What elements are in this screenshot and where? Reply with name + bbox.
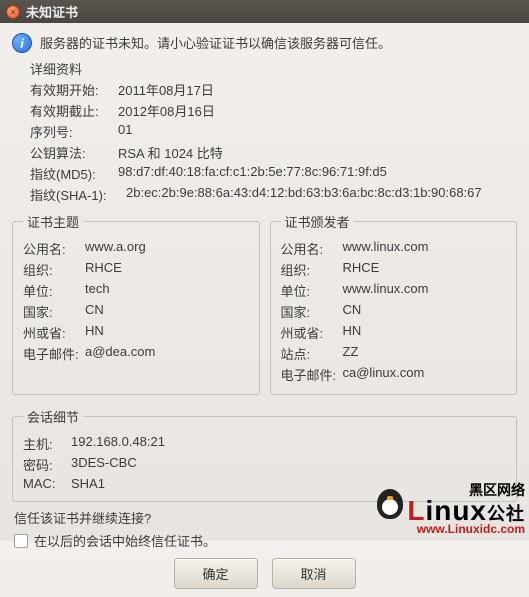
- close-icon[interactable]: ×: [6, 5, 20, 19]
- session-mac-label: MAC:: [23, 476, 65, 491]
- warning-message: 服务器的证书未知。请小心验证证书以确信该服务器可信任。: [40, 31, 391, 52]
- session-group: 会话细节 主机: 192.168.0.48:21 密码: 3DES-CBC MAC:…: [12, 407, 517, 502]
- session-mac-value: SHA1: [71, 476, 105, 491]
- sha1-label: 指纹(SHA-1):: [30, 185, 116, 204]
- issuer-org-value: RHCE: [343, 260, 380, 279]
- issuer-org-label: 组织:: [281, 260, 337, 279]
- issuer-unit-value: www.linux.com: [343, 281, 429, 300]
- cert-subject-group: 证书主题 公用名: www.a.org 组织: RHCE 单位: tech 国家: CN…: [12, 212, 260, 395]
- serial-label: 序列号:: [30, 122, 108, 141]
- md5-value: 98:d7:df:40:18:fa:cf:c1:2b:5e:77:8c:96:7…: [118, 164, 387, 183]
- md5-label: 指纹(MD5):: [30, 164, 108, 183]
- issuer-country-value: CN: [343, 302, 362, 321]
- cancel-button[interactable]: 取消: [272, 558, 356, 589]
- issuer-cn-value: www.linux.com: [343, 239, 429, 258]
- details-heading: 详细资料: [30, 59, 517, 78]
- cert-subject-legend: 证书主题: [23, 212, 83, 231]
- valid-from-label: 有效期开始:: [30, 80, 108, 99]
- valid-to-value: 2012年08月16日: [118, 101, 215, 120]
- serial-value: 01: [118, 122, 132, 141]
- subject-country-value: CN: [85, 302, 104, 321]
- subject-unit-label: 单位:: [23, 281, 79, 300]
- issuer-state-label: 州或省:: [281, 323, 337, 342]
- valid-from-value: 2011年08月17日: [118, 80, 214, 99]
- subject-email-label: 电子邮件:: [23, 344, 79, 363]
- issuer-site-label: 站点:: [281, 344, 337, 363]
- issuer-cn-label: 公用名:: [281, 239, 337, 258]
- issuer-state-value: HN: [343, 323, 362, 342]
- dialog-content: i 服务器的证书未知。请小心验证证书以确信该服务器可信任。 详细资料 有效期开始…: [0, 23, 529, 597]
- issuer-country-label: 国家:: [281, 302, 337, 321]
- pubkey-label: 公钥算法:: [30, 143, 108, 162]
- cert-issuer-legend: 证书颁发者: [281, 212, 354, 231]
- subject-country-label: 国家:: [23, 302, 79, 321]
- sha1-value: 2b:ec:2b:9e:88:6a:43:d4:12:bd:63:b3:6a:b…: [126, 185, 482, 204]
- issuer-email-value: ca@linux.com: [343, 365, 425, 384]
- pubkey-value: RSA 和 1024 比特: [118, 143, 223, 162]
- session-cipher-value: 3DES-CBC: [71, 455, 137, 474]
- subject-cn-label: 公用名:: [23, 239, 79, 258]
- titlebar: × 未知证书: [0, 0, 529, 23]
- subject-email-value: a@dea.com: [85, 344, 155, 363]
- session-cipher-label: 密码:: [23, 455, 65, 474]
- session-legend: 会话细节: [23, 407, 83, 426]
- subject-org-value: RHCE: [85, 260, 122, 279]
- subject-state-label: 州或省:: [23, 323, 79, 342]
- issuer-unit-label: 单位:: [281, 281, 337, 300]
- ok-button[interactable]: 确定: [174, 558, 258, 589]
- subject-unit-value: tech: [85, 281, 110, 300]
- cert-issuer-group: 证书颁发者 公用名: www.linux.com 组织: RHCE 单位: www.l…: [270, 212, 518, 395]
- window-title: 未知证书: [26, 2, 78, 21]
- session-host-value: 192.168.0.48:21: [71, 434, 165, 453]
- valid-to-label: 有效期截止:: [30, 101, 108, 120]
- session-host-label: 主机:: [23, 434, 65, 453]
- subject-cn-value: www.a.org: [85, 239, 146, 258]
- issuer-email-label: 电子邮件:: [281, 365, 337, 384]
- subject-state-value: HN: [85, 323, 104, 342]
- trust-question: 信任该证书并继续连接?: [14, 508, 517, 527]
- info-icon: i: [12, 33, 32, 53]
- subject-org-label: 组织:: [23, 260, 79, 279]
- issuer-site-value: ZZ: [343, 344, 359, 363]
